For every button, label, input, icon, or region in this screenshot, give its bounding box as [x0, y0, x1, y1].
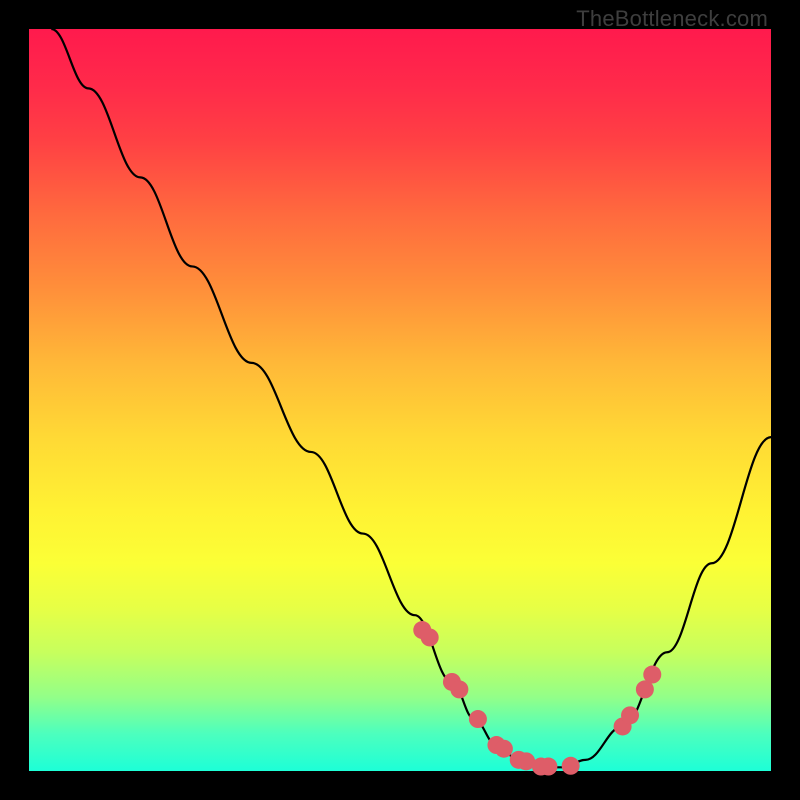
marker-point: [562, 757, 580, 775]
marker-point: [421, 628, 439, 646]
chart-svg: [29, 29, 771, 771]
bottleneck-curve: [51, 29, 771, 767]
marker-point: [469, 710, 487, 728]
watermark-text: TheBottleneck.com: [576, 6, 768, 32]
marker-point: [450, 680, 468, 698]
optimal-markers: [413, 621, 661, 776]
marker-point: [539, 758, 557, 776]
marker-point: [643, 666, 661, 684]
marker-point: [621, 706, 639, 724]
marker-point: [495, 740, 513, 758]
